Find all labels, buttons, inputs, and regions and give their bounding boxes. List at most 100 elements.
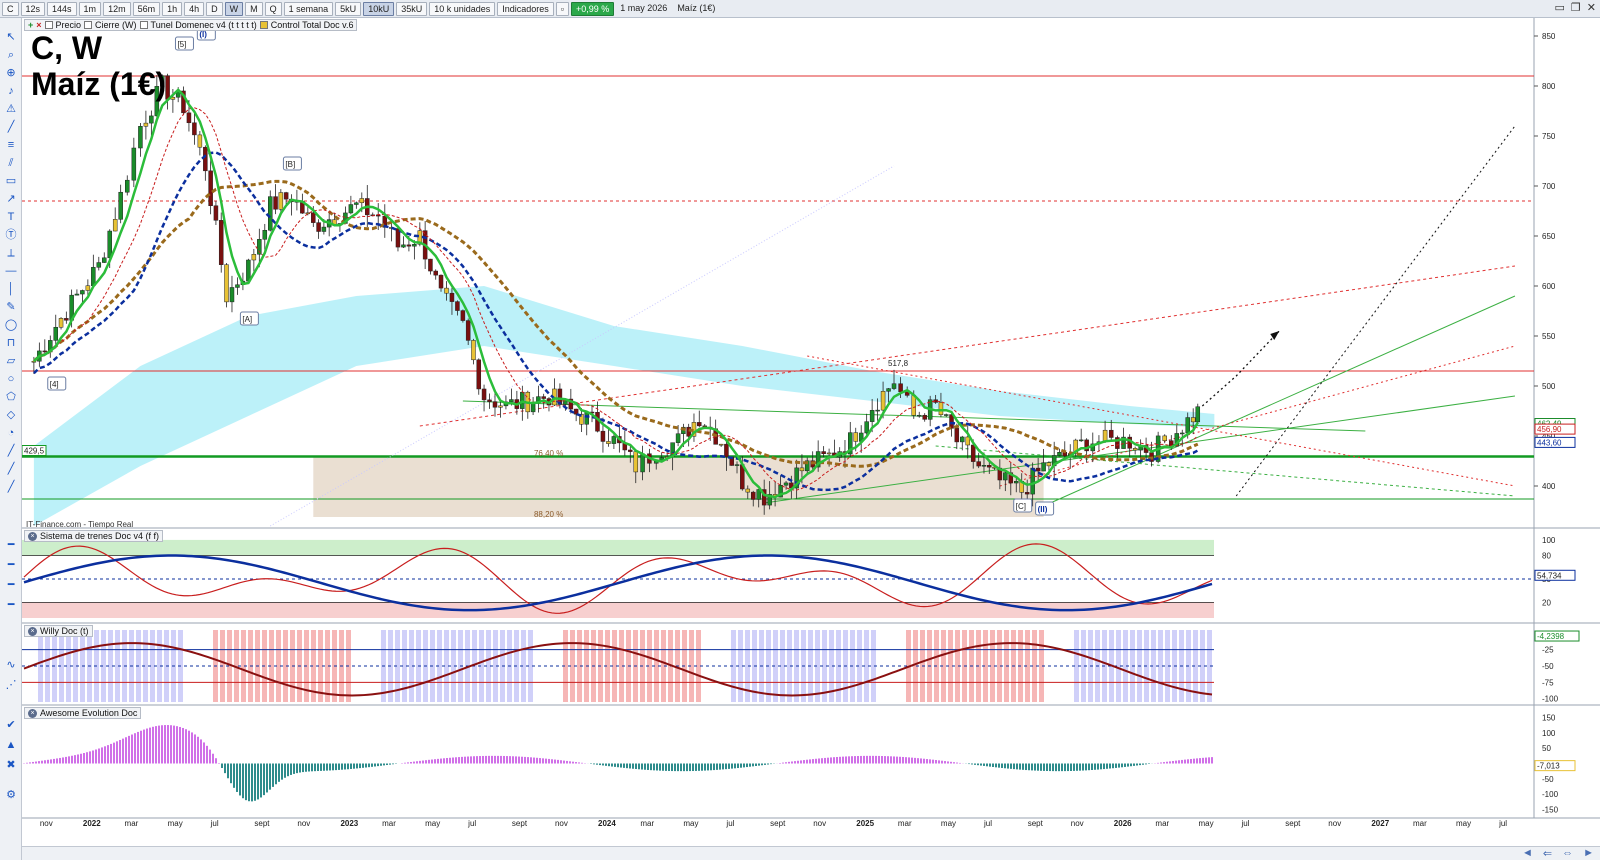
add-icon[interactable]: + — [28, 20, 33, 30]
candle-body — [444, 287, 449, 294]
ruler-icon[interactable]: ⟂ — [3, 246, 19, 260]
symbol-selector[interactable]: C — [2, 1, 19, 16]
circle-tool-icon[interactable]: ○ — [3, 372, 19, 386]
candle-body — [64, 318, 69, 321]
settings-icon[interactable]: ⚙ — [3, 788, 19, 802]
shape-icon[interactable]: ◇ — [3, 408, 19, 422]
candle-body — [875, 409, 880, 412]
line-red-icon[interactable]: ╱ — [3, 444, 19, 458]
x-tick-label: nov — [297, 819, 310, 828]
period-dropdown[interactable]: 1 semana — [283, 1, 334, 16]
tf-q[interactable]: Q — [264, 1, 282, 16]
remove-icon[interactable]: × — [36, 20, 41, 30]
unit-35ku[interactable]: 35kU — [396, 1, 428, 16]
toggle-icon[interactable]: ▫ — [555, 1, 569, 16]
candle-body — [864, 421, 869, 434]
thumbs-up-icon[interactable]: ▲ — [3, 738, 19, 752]
candle-body — [981, 465, 987, 467]
level-red-icon[interactable]: ━ — [3, 558, 19, 572]
level-green-icon[interactable]: ━ — [3, 538, 19, 552]
legend-tunel-checkbox[interactable] — [139, 21, 148, 29]
y-tick-label: 550 — [1542, 332, 1556, 341]
level-blue2-icon[interactable]: ━ — [3, 598, 19, 612]
price-tag: 443,60 — [1537, 438, 1562, 447]
tf-w[interactable]: W — [224, 1, 244, 16]
x-tick-label: jul — [725, 819, 734, 828]
tf-1m[interactable]: 1m — [78, 1, 102, 16]
brush-icon[interactable]: ◔ — [3, 426, 19, 440]
wave-icon[interactable]: ∿ — [3, 658, 19, 672]
minimize-icon[interactable]: ▭ — [1555, 1, 1565, 14]
zoom-icon[interactable]: ⌕ — [3, 48, 19, 62]
hline-icon[interactable]: — — [3, 264, 19, 278]
unit-10ku[interactable]: 10kU — [363, 1, 395, 16]
zoom-in-icon[interactable]: ⊕ — [3, 66, 19, 80]
fibonacci-icon[interactable]: ≡ — [3, 138, 19, 152]
candle-body — [1003, 472, 1008, 481]
close-pane-icon[interactable]: × — [28, 626, 37, 636]
x-tick-label: may — [683, 819, 698, 828]
candle-body — [246, 259, 251, 282]
cursor-icon[interactable]: ↖ — [3, 30, 19, 44]
tf-144s[interactable]: 144s — [47, 1, 77, 16]
legend-close-checkbox[interactable] — [84, 21, 93, 29]
close-icon[interactable]: ✕ — [1587, 1, 1596, 14]
candle-body — [1014, 481, 1019, 484]
chart-area[interactable]: 429,5400450500550600650700750800850[5](I… — [22, 18, 1600, 846]
candle-body — [640, 453, 645, 473]
tf-4h[interactable]: 4h — [184, 1, 205, 16]
bell-icon[interactable]: ♪ — [3, 84, 19, 98]
polygon-icon[interactable]: ⬠ — [3, 390, 19, 404]
scroll-left-icon[interactable]: ◄ — [1522, 847, 1533, 860]
restore-icon[interactable]: ❐ — [1571, 1, 1581, 14]
pattern-icon[interactable]: ⋰ — [3, 678, 19, 692]
pencil-icon[interactable]: ✎ — [3, 300, 19, 314]
tf-d[interactable]: D — [206, 1, 223, 16]
zoom-out-icon[interactable]: ⇐ — [1543, 847, 1552, 860]
close-pane-icon[interactable]: × — [28, 708, 37, 718]
zoom-reset-icon[interactable]: ⇔ — [1562, 847, 1573, 860]
text-icon[interactable]: T — [3, 210, 19, 224]
indicators-button[interactable]: Indicadores — [497, 1, 554, 16]
level-blue-icon[interactable]: ━ — [3, 578, 19, 592]
legend-price-checkbox[interactable] — [44, 21, 53, 29]
time-scrollbar[interactable]: ◄ ⇐ ⇔ ► — [22, 846, 1600, 860]
ellipse-icon[interactable]: ◯ — [3, 318, 19, 332]
candle-body — [481, 388, 487, 401]
tf-m[interactable]: M — [245, 1, 263, 16]
label-icon[interactable]: Ⓣ — [3, 228, 19, 242]
close-pane-icon[interactable]: × — [28, 531, 37, 541]
main-toolbar: C 12s 144s 1m 12m 56m 1h 4h D W M Q 1 se… — [0, 0, 1600, 18]
legend-control-checkbox[interactable] — [259, 21, 268, 29]
candle-body — [1185, 417, 1190, 434]
x-tick-label: sept — [770, 819, 786, 828]
awesome-pane-header: × Awesome Evolution Doc — [24, 707, 142, 719]
line-red2-icon[interactable]: ╱ — [3, 480, 19, 494]
osc-tick-label: 100 — [1542, 536, 1556, 545]
check-icon[interactable]: ✔ — [3, 718, 19, 732]
eraser-icon[interactable]: ▱ — [3, 354, 19, 368]
scroll-right-icon[interactable]: ► — [1583, 847, 1594, 860]
unit-5ku[interactable]: 5kU — [335, 1, 362, 16]
channel-icon[interactable]: ⫽ — [3, 156, 19, 170]
x-tick-label: sept — [512, 819, 528, 828]
tf-56m[interactable]: 56m — [132, 1, 161, 16]
line-green-icon[interactable]: ╱ — [3, 462, 19, 476]
tf-12s[interactable]: 12s — [20, 1, 46, 16]
candle-body — [449, 292, 455, 302]
delete-icon[interactable]: ✖ — [3, 758, 19, 772]
alert-icon[interactable]: ⚠ — [3, 102, 19, 116]
arrow-icon[interactable]: ↗ — [3, 192, 19, 206]
candle-body — [359, 198, 365, 204]
candle-body — [455, 301, 460, 311]
tf-12m[interactable]: 12m — [103, 1, 131, 16]
trenes-pane-title: Sistema de trenes Doc v4 (f f) — [40, 531, 160, 541]
magnet-icon[interactable]: ⊓ — [3, 336, 19, 350]
rectangle-icon[interactable]: ▭ — [3, 174, 19, 188]
units-dropdown[interactable]: 10 k unidades — [429, 1, 496, 16]
osc-tag: 54,734 — [1537, 571, 1562, 580]
vline-icon[interactable]: │ — [3, 282, 19, 296]
tf-1h[interactable]: 1h — [162, 1, 183, 16]
x-tick-label: jul — [1498, 819, 1507, 828]
trendline-icon[interactable]: ╱ — [3, 120, 19, 134]
